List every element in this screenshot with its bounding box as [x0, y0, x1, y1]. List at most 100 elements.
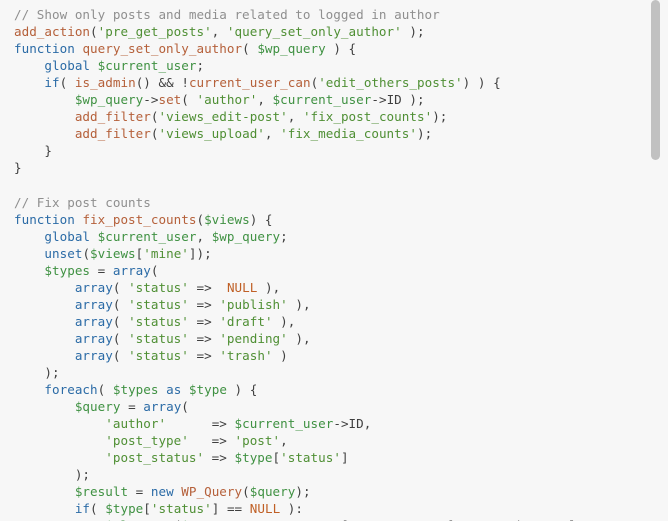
code-token-variable: $current_user [272, 92, 372, 108]
code-token-keyword: array [112, 262, 151, 278]
code-token-punctuation: ( [242, 484, 250, 500]
code-token-string: 'fix_post_counts' [302, 109, 433, 125]
code-token-punctuation: ) { [249, 211, 273, 227]
code-line: unset($views['mine']); [14, 245, 615, 262]
code-line: 'post_type' => 'post', [14, 432, 615, 449]
code-line: } [14, 159, 615, 176]
code-token-string: 'status' [128, 313, 189, 329]
code-line: function fix_post_counts($views) { [14, 211, 615, 228]
code-token-punctuation: ( [181, 399, 189, 415]
code-token-punctuation: ( [82, 245, 91, 261]
code-viewer[interactable]: // Show only posts and media related to … [0, 0, 668, 521]
code-token-keyword: function [14, 41, 75, 57]
source-code: // Show only posts and media related to … [14, 6, 615, 521]
code-token-punctuation: ( [196, 211, 205, 227]
code-token-punctuation: ) { [333, 41, 357, 57]
code-token-punctuation: ( [112, 279, 121, 295]
code-line: ); [14, 364, 615, 381]
code-token-variable: $type [188, 382, 227, 398]
code-token-keyword: if [44, 75, 60, 91]
code-token-keyword: array [74, 296, 113, 312]
code-token-operator: => [211, 450, 227, 466]
code-token-punctuation: , [211, 24, 220, 40]
code-token-comment: // Show only posts and media related to … [14, 7, 440, 22]
code-line: $result = new WP_Query($query); [14, 483, 615, 500]
code-token-string: 'status' [150, 501, 212, 517]
code-line: array( 'status' => 'pending' ), [14, 330, 615, 347]
code-token-variable: $query [74, 399, 121, 415]
code-line: global $current_user, $wp_query; [14, 228, 615, 245]
code-token-punctuation: ( [97, 382, 106, 398]
code-token-punctuation: ( [90, 501, 98, 517]
code-line: array( 'status' => 'trash' ) [14, 347, 615, 364]
code-token-string: 'author' [105, 416, 167, 432]
code-token-string: 'fix_media_counts' [280, 126, 417, 142]
code-line: array( 'status' => 'draft' ), [14, 313, 615, 330]
code-token-variable: $wp_query [211, 228, 281, 244]
code-token-operator: => [211, 433, 227, 449]
code-token-function: set [158, 92, 182, 108]
code-token-punctuation: ]); [188, 245, 212, 261]
code-line: // Fix post counts [14, 194, 615, 211]
code-token-punctuation: } [44, 143, 53, 159]
code-token-string: 'post' [234, 433, 281, 449]
code-line: 'post_status' => $type['status'] [14, 449, 615, 466]
code-token-keyword: new [150, 484, 174, 500]
code-token-punctuation: ( [112, 347, 121, 363]
vertical-scrollbar-thumb[interactable] [651, 0, 660, 160]
code-token-operator: = [97, 262, 106, 278]
code-line: foreach( $types as $type ) { [14, 381, 615, 398]
code-token-punctuation: , [196, 228, 205, 244]
code-line: 'author' => $current_user->ID, [14, 415, 615, 432]
code-token-punctuation: ( [150, 262, 159, 278]
code-token-function: WP_Query [181, 484, 243, 500]
code-token-string: 'publish' [219, 296, 288, 312]
code-token-punctuation: ), [280, 313, 296, 329]
code-token-operator: => [196, 296, 212, 312]
code-token-variable: $types [112, 382, 159, 398]
code-token-punctuation: ( [181, 92, 189, 108]
code-token-punctuation: ( [112, 296, 121, 312]
code-token-string: 'status' [128, 330, 189, 346]
code-line: // Show only posts and media related to … [14, 6, 615, 23]
code-token-string: 'post_type' [105, 433, 189, 449]
code-token-punctuation: ); [74, 467, 91, 483]
code-token-operator: = [128, 399, 136, 415]
code-token-string: 'status' [128, 279, 189, 295]
code-token-variable: $views [204, 211, 250, 227]
code-token-punctuation: ->ID, [333, 416, 372, 432]
code-line: if( $type['status'] == NULL ): [14, 500, 615, 517]
code-token-punctuation: ): [287, 501, 304, 517]
code-token-operator: && [158, 75, 174, 91]
code-line: if( is_admin() && !current_user_can('edi… [14, 74, 615, 91]
code-token-punctuation: [ [272, 450, 281, 466]
code-line: $types = array( [14, 262, 615, 279]
code-token-punctuation: , [287, 109, 296, 125]
code-token-variable: $views [90, 245, 136, 261]
code-token-punctuation: , [280, 433, 288, 449]
code-line: global $current_user; [14, 57, 615, 74]
code-token-variable: $wp_query [74, 92, 144, 108]
code-token-string: 'author' [196, 92, 258, 108]
code-token-operator: => [211, 416, 227, 432]
code-token-function: add_filter [74, 126, 151, 142]
vertical-scrollbar-track[interactable] [651, 0, 660, 521]
code-token-function: add_filter [74, 109, 151, 125]
code-token-punctuation: ) { [234, 382, 258, 398]
code-token-keyword: foreach [44, 382, 98, 398]
code-token-variable: $type [105, 501, 144, 517]
code-token-punctuation: ] [211, 501, 220, 517]
code-token-variable: $wp_query [257, 41, 326, 57]
code-token-punctuation: ; [196, 58, 205, 74]
code-token-function: is_admin [74, 75, 136, 91]
code-line: array( 'status' => 'publish' ), [14, 296, 615, 313]
code-token-function: fix_post_counts [82, 211, 197, 227]
code-token-keyword: global [44, 58, 91, 74]
code-token-operator: => [196, 313, 212, 329]
code-line: ); [14, 466, 615, 483]
code-token-operator: => [196, 330, 212, 346]
code-token-constant: NULL [226, 279, 258, 295]
code-token-keyword: global [44, 228, 91, 244]
code-token-punctuation: , [257, 92, 265, 108]
code-token-punctuation: ); [432, 109, 448, 125]
